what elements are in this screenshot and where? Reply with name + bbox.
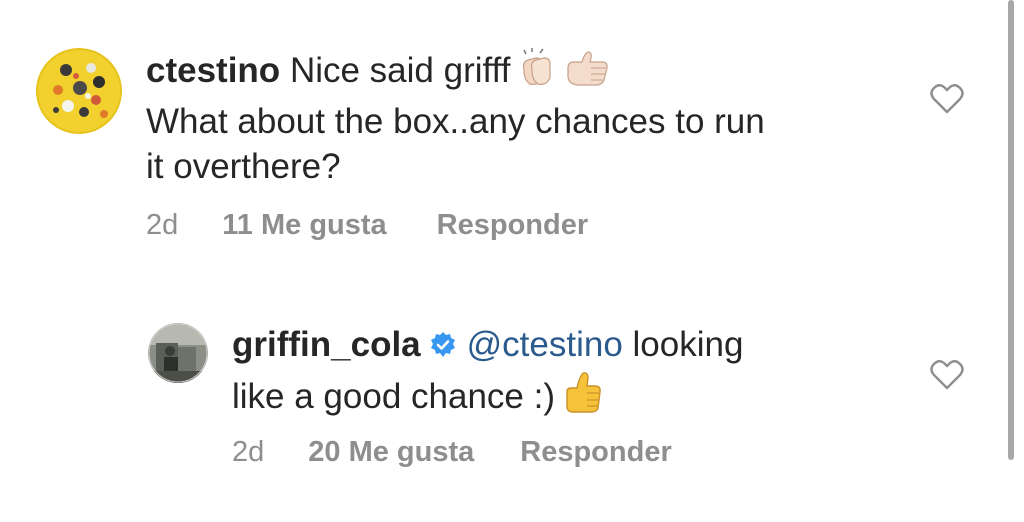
clapping-hands-icon — [516, 48, 558, 99]
comment-text: like a good chance :) — [232, 377, 555, 416]
scrollbar[interactable] — [1008, 0, 1014, 460]
comment-line: griffin_cola @ctestino looking — [232, 322, 743, 370]
comment-meta: 2d 20 Me gusta Responder — [232, 435, 672, 469]
comments-thread: ctestino Nice said grifff What about the… — [0, 0, 1024, 522]
heart-icon[interactable] — [930, 360, 964, 390]
comment-meta: 2d 11 Me gusta Responder — [146, 208, 588, 242]
comment-username[interactable]: griffin_cola — [232, 325, 421, 364]
reply-button[interactable]: Responder — [437, 208, 588, 242]
verified-badge-icon — [429, 325, 457, 370]
likes-count[interactable]: 11 Me gusta — [222, 208, 386, 242]
thumbs-left-icon — [564, 48, 610, 99]
heart-icon[interactable] — [930, 84, 964, 114]
comment-text: looking — [632, 325, 744, 364]
comment-time: 2d — [146, 209, 179, 241]
comment-username[interactable]: ctestino — [146, 51, 280, 90]
avatar[interactable] — [36, 48, 122, 134]
mention-link[interactable]: @ctestino — [467, 325, 623, 364]
comment-line: What about the box..any chances to run — [146, 102, 765, 141]
comment-time: 2d — [232, 436, 265, 468]
avatar[interactable] — [148, 323, 208, 383]
comment-body: ctestino Nice said grifff What about the… — [146, 48, 765, 189]
comment-line: it overthere? — [146, 147, 341, 186]
thumbs-up-icon — [561, 370, 603, 425]
comment-line: ctestino Nice said grifff — [146, 48, 765, 99]
comment-body: griffin_cola @ctestino looking like a go… — [232, 322, 743, 425]
comment-line: like a good chance :) — [232, 370, 743, 425]
reply-button[interactable]: Responder — [520, 435, 671, 469]
comment-text: Nice said grifff — [289, 51, 511, 90]
likes-count[interactable]: 20 Me gusta — [308, 435, 474, 469]
